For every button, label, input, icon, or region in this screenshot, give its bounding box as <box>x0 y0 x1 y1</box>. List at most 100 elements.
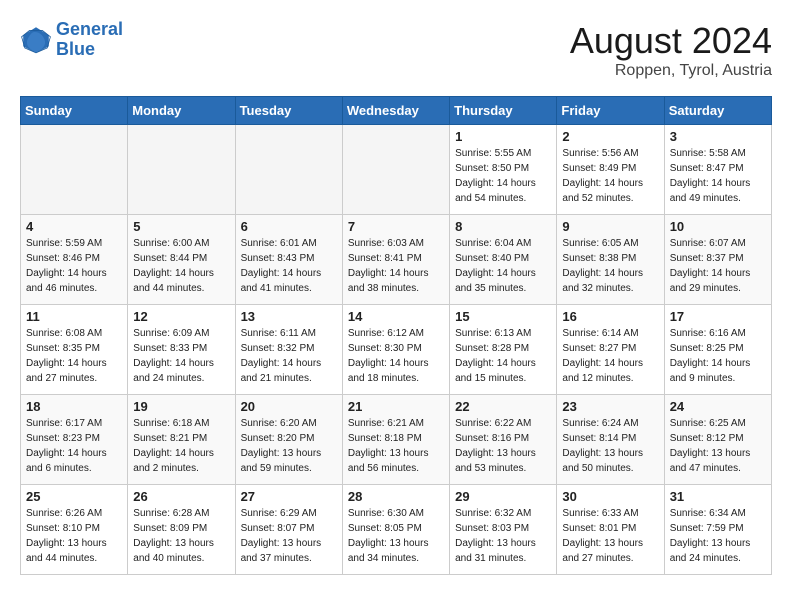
calendar-cell: 19 Sunrise: 6:18 AMSunset: 8:21 PMDayligh… <box>128 395 235 485</box>
weekday-header-saturday: Saturday <box>664 97 771 125</box>
calendar-cell <box>235 125 342 215</box>
day-number: 14 <box>348 309 444 324</box>
logo-icon <box>20 24 52 56</box>
calendar-cell: 28Sunrise: 6:30 AMSunset: 8:05 PMDayligh… <box>342 485 449 575</box>
day-info: Sunrise: 6:24 AMSunset: 8:14 PMDaylight:… <box>562 416 658 476</box>
calendar-week-2: 4 Sunrise: 5:59 AMSunset: 8:46 PMDaylight… <box>21 215 772 305</box>
day-info: Sunrise: 5:58 AMSunset: 8:47 PMDaylight:… <box>670 146 766 206</box>
calendar-cell <box>128 125 235 215</box>
calendar-cell: 1 Sunrise: 5:55 AMSunset: 8:50 PMDaylight… <box>450 125 557 215</box>
day-number: 30 <box>562 489 658 504</box>
day-info: Sunrise: 6:11 AMSunset: 8:32 PMDaylight:… <box>241 326 337 386</box>
calendar-week-1: 1 Sunrise: 5:55 AMSunset: 8:50 PMDaylight… <box>21 125 772 215</box>
calendar-week-3: 11Sunrise: 6:08 AMSunset: 8:35 PMDayligh… <box>21 305 772 395</box>
calendar-cell: 22Sunrise: 6:22 AMSunset: 8:16 PMDayligh… <box>450 395 557 485</box>
day-number: 19 <box>133 399 229 414</box>
day-number: 16 <box>562 309 658 324</box>
day-info: Sunrise: 6:17 AMSunset: 8:23 PMDaylight:… <box>26 416 122 476</box>
weekday-header-tuesday: Tuesday <box>235 97 342 125</box>
day-info: Sunrise: 6:22 AMSunset: 8:16 PMDaylight:… <box>455 416 551 476</box>
day-number: 1 <box>455 129 551 144</box>
calendar-cell: 6 Sunrise: 6:01 AMSunset: 8:43 PMDaylight… <box>235 215 342 305</box>
day-number: 13 <box>241 309 337 324</box>
calendar-subtitle: Roppen, Tyrol, Austria <box>570 62 772 80</box>
calendar-table: SundayMondayTuesdayWednesdayThursdayFrid… <box>20 96 772 575</box>
day-number: 2 <box>562 129 658 144</box>
day-number: 5 <box>133 219 229 234</box>
calendar-cell: 20 Sunrise: 6:20 AMSunset: 8:20 PMDayligh… <box>235 395 342 485</box>
calendar-week-5: 25 Sunrise: 6:26 AMSunset: 8:10 PMDayligh… <box>21 485 772 575</box>
day-number: 18 <box>26 399 122 414</box>
calendar-cell: 5Sunrise: 6:00 AMSunset: 8:44 PMDaylight… <box>128 215 235 305</box>
page-header: General Blue August 2024 Roppen, Tyrol, … <box>20 20 772 80</box>
calendar-title: August 2024 <box>570 20 772 62</box>
day-info: Sunrise: 6:03 AMSunset: 8:41 PMDaylight:… <box>348 236 444 296</box>
calendar-cell: 14 Sunrise: 6:12 AMSunset: 8:30 PMDayligh… <box>342 305 449 395</box>
day-info: Sunrise: 5:59 AMSunset: 8:46 PMDaylight:… <box>26 236 122 296</box>
calendar-cell: 4 Sunrise: 5:59 AMSunset: 8:46 PMDaylight… <box>21 215 128 305</box>
day-number: 4 <box>26 219 122 234</box>
calendar-cell <box>21 125 128 215</box>
day-info: Sunrise: 6:04 AMSunset: 8:40 PMDaylight:… <box>455 236 551 296</box>
day-info: Sunrise: 6:28 AMSunset: 8:09 PMDaylight:… <box>133 506 229 566</box>
calendar-cell: 11Sunrise: 6:08 AMSunset: 8:35 PMDayligh… <box>21 305 128 395</box>
weekday-header-row: SundayMondayTuesdayWednesdayThursdayFrid… <box>21 97 772 125</box>
day-number: 17 <box>670 309 766 324</box>
calendar-cell: 21 Sunrise: 6:21 AMSunset: 8:18 PMDayligh… <box>342 395 449 485</box>
title-block: August 2024 Roppen, Tyrol, Austria <box>570 20 772 80</box>
day-info: Sunrise: 6:12 AMSunset: 8:30 PMDaylight:… <box>348 326 444 386</box>
day-number: 21 <box>348 399 444 414</box>
logo-text: General Blue <box>56 20 123 60</box>
day-number: 29 <box>455 489 551 504</box>
day-info: Sunrise: 6:34 AMSunset: 7:59 PMDaylight:… <box>670 506 766 566</box>
weekday-header-monday: Monday <box>128 97 235 125</box>
day-number: 31 <box>670 489 766 504</box>
calendar-cell: 23 Sunrise: 6:24 AMSunset: 8:14 PMDayligh… <box>557 395 664 485</box>
day-number: 25 <box>26 489 122 504</box>
calendar-cell: 2 Sunrise: 5:56 AMSunset: 8:49 PMDaylight… <box>557 125 664 215</box>
day-info: Sunrise: 6:26 AMSunset: 8:10 PMDaylight:… <box>26 506 122 566</box>
day-number: 12 <box>133 309 229 324</box>
day-info: Sunrise: 6:20 AMSunset: 8:20 PMDaylight:… <box>241 416 337 476</box>
calendar-cell: 31 Sunrise: 6:34 AMSunset: 7:59 PMDayligh… <box>664 485 771 575</box>
day-info: Sunrise: 6:01 AMSunset: 8:43 PMDaylight:… <box>241 236 337 296</box>
day-info: Sunrise: 6:05 AMSunset: 8:38 PMDaylight:… <box>562 236 658 296</box>
calendar-cell: 10 Sunrise: 6:07 AMSunset: 8:37 PMDayligh… <box>664 215 771 305</box>
day-number: 3 <box>670 129 766 144</box>
day-number: 8 <box>455 219 551 234</box>
calendar-cell: 16 Sunrise: 6:14 AMSunset: 8:27 PMDayligh… <box>557 305 664 395</box>
calendar-cell: 25 Sunrise: 6:26 AMSunset: 8:10 PMDayligh… <box>21 485 128 575</box>
calendar-cell: 17Sunrise: 6:16 AMSunset: 8:25 PMDayligh… <box>664 305 771 395</box>
day-info: Sunrise: 6:30 AMSunset: 8:05 PMDaylight:… <box>348 506 444 566</box>
calendar-cell: 15Sunrise: 6:13 AMSunset: 8:28 PMDayligh… <box>450 305 557 395</box>
calendar-cell: 29Sunrise: 6:32 AMSunset: 8:03 PMDayligh… <box>450 485 557 575</box>
calendar-cell: 9 Sunrise: 6:05 AMSunset: 8:38 PMDaylight… <box>557 215 664 305</box>
day-info: Sunrise: 5:55 AMSunset: 8:50 PMDaylight:… <box>455 146 551 206</box>
calendar-cell: 8 Sunrise: 6:04 AMSunset: 8:40 PMDaylight… <box>450 215 557 305</box>
day-info: Sunrise: 6:14 AMSunset: 8:27 PMDaylight:… <box>562 326 658 386</box>
day-info: Sunrise: 6:08 AMSunset: 8:35 PMDaylight:… <box>26 326 122 386</box>
calendar-cell: 13 Sunrise: 6:11 AMSunset: 8:32 PMDayligh… <box>235 305 342 395</box>
day-number: 6 <box>241 219 337 234</box>
day-info: Sunrise: 6:13 AMSunset: 8:28 PMDaylight:… <box>455 326 551 386</box>
calendar-cell: 3 Sunrise: 5:58 AMSunset: 8:47 PMDaylight… <box>664 125 771 215</box>
day-number: 23 <box>562 399 658 414</box>
weekday-header-sunday: Sunday <box>21 97 128 125</box>
calendar-week-4: 18 Sunrise: 6:17 AMSunset: 8:23 PMDayligh… <box>21 395 772 485</box>
day-number: 9 <box>562 219 658 234</box>
day-number: 27 <box>241 489 337 504</box>
day-number: 10 <box>670 219 766 234</box>
calendar-cell: 30Sunrise: 6:33 AMSunset: 8:01 PMDayligh… <box>557 485 664 575</box>
calendar-cell: 7Sunrise: 6:03 AMSunset: 8:41 PMDaylight… <box>342 215 449 305</box>
calendar-cell <box>342 125 449 215</box>
day-info: Sunrise: 6:29 AMSunset: 8:07 PMDaylight:… <box>241 506 337 566</box>
day-info: Sunrise: 6:07 AMSunset: 8:37 PMDaylight:… <box>670 236 766 296</box>
day-number: 20 <box>241 399 337 414</box>
day-info: Sunrise: 6:18 AMSunset: 8:21 PMDaylight:… <box>133 416 229 476</box>
day-info: Sunrise: 5:56 AMSunset: 8:49 PMDaylight:… <box>562 146 658 206</box>
weekday-header-thursday: Thursday <box>450 97 557 125</box>
day-info: Sunrise: 6:21 AMSunset: 8:18 PMDaylight:… <box>348 416 444 476</box>
calendar-cell: 24Sunrise: 6:25 AMSunset: 8:12 PMDayligh… <box>664 395 771 485</box>
day-number: 26 <box>133 489 229 504</box>
weekday-header-friday: Friday <box>557 97 664 125</box>
